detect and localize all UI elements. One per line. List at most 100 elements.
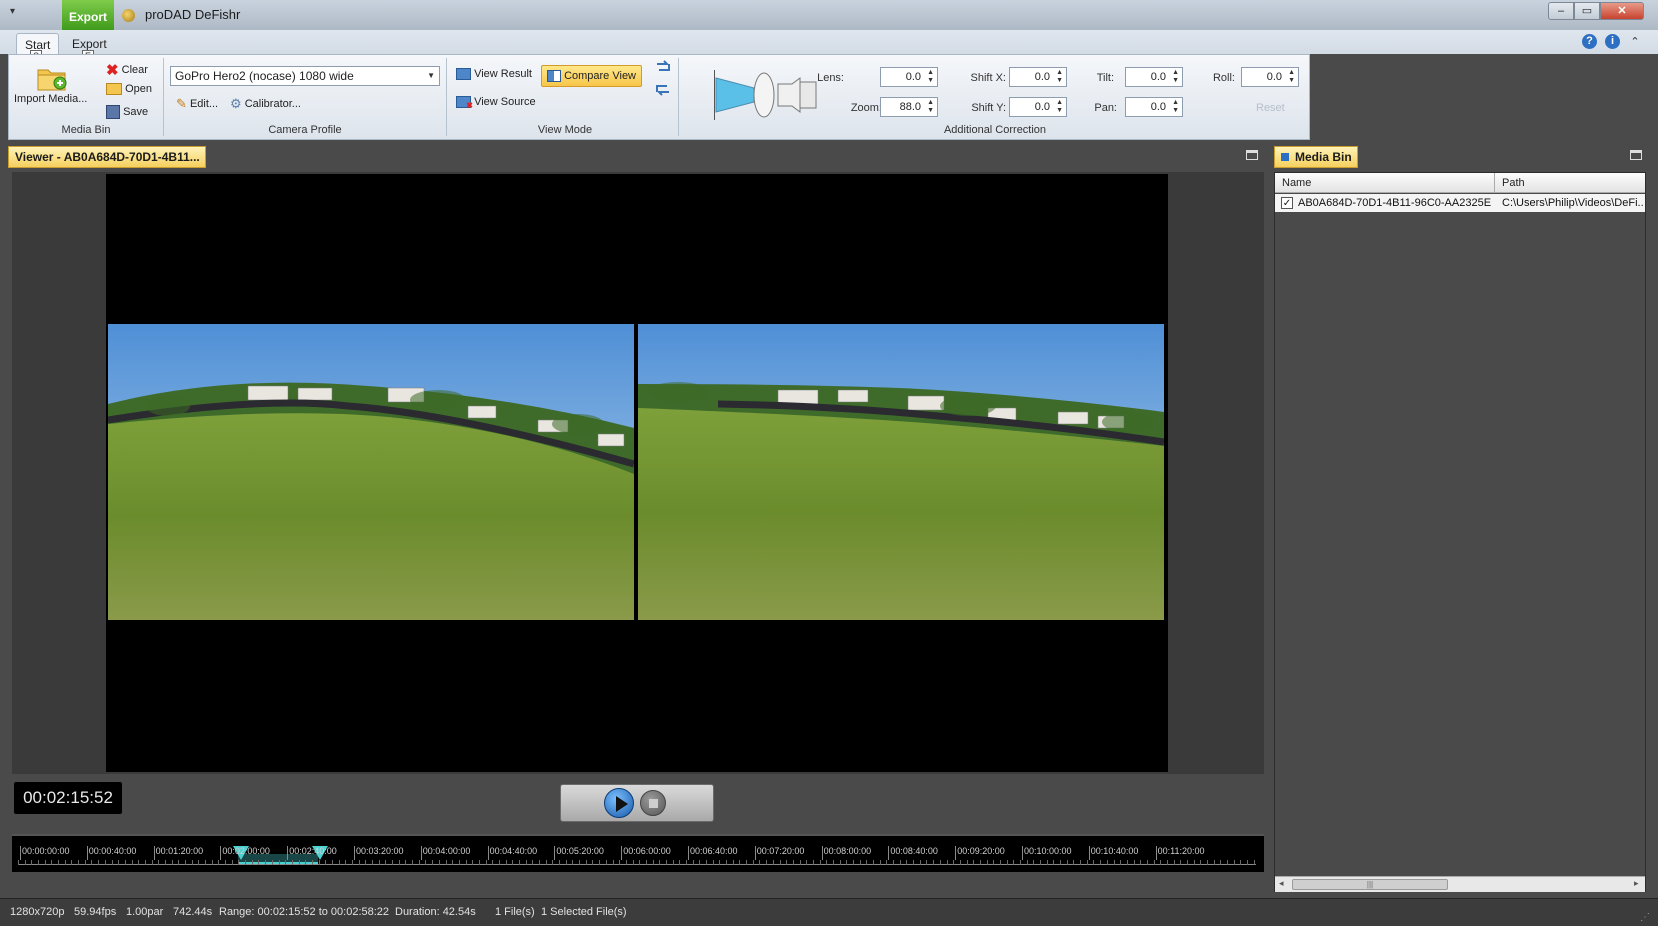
zoom-label: Zoom: [850,102,882,114]
edit-label: Edit... [189,97,219,110]
timeline-tick-mark [821,846,823,860]
timeline-minor-tick [425,860,427,865]
timeline-tick-label: 00:03:20:00 [356,846,404,856]
timeline-minor-tick [452,860,454,865]
timeline-minor-tick [71,860,73,865]
export-context-tab[interactable]: Export [62,0,114,30]
maximize-panel-icon[interactable] [1246,150,1258,160]
play-button[interactable] [604,788,634,818]
timeline-minor-tick [1146,860,1148,865]
timeline-minor-tick [492,860,494,865]
open-button[interactable]: Open [106,83,152,96]
spinner-arrows-icon[interactable]: ▲ ▼ [927,99,934,115]
timeline-minor-tick [1173,860,1175,865]
timeline-minor-tick [1066,860,1068,865]
timecode-display: 00:02:15:52 [14,782,122,814]
timeline-minor-tick [846,860,848,865]
shift-x-value: 0.0 [1034,71,1050,83]
timeline-minor-tick [1126,860,1128,865]
column-header-path[interactable]: Path [1502,177,1525,189]
spinner-arrows-icon[interactable]: ▲ ▼ [1172,99,1179,115]
shift-y-label: Shift Y: [971,102,1006,114]
minimize-button[interactable]: – [1548,2,1574,20]
timeline-minor-tick [1233,860,1235,865]
import-media-button[interactable]: Import Media... [14,93,87,105]
column-separator[interactable] [1494,173,1495,193]
reset-button[interactable]: Reset [1256,102,1285,114]
viewer-tab[interactable]: Viewer - AB0A684D-70D1-4B11... [8,146,206,168]
roll-spinner[interactable]: 0.0 ▲ ▼ [1241,67,1299,87]
resize-grip-icon[interactable]: ⋰ [1640,912,1650,923]
camera-profile-select[interactable]: GoPro Hero2 (nocase) 1080 wide ▼ [170,66,440,86]
timeline-minor-tick [64,860,66,865]
spinner-arrows-icon[interactable]: ▲ ▼ [1056,69,1063,85]
timeline-minor-tick [338,860,340,865]
spinner-arrows-icon[interactable]: ▲ ▼ [1056,99,1063,115]
collapse-ribbon-icon[interactable]: ⌃ [1628,35,1642,49]
timeline-minor-tick [58,860,60,865]
timeline-tick-mark [220,846,222,860]
undo-arrow-icon[interactable] [655,60,671,74]
row-name-cell[interactable]: AB0A684D-70D1-4B11-96C0-AA2325E... [1298,197,1492,209]
shift-y-spinner[interactable]: 0.0 ▲ ▼ [1009,97,1067,117]
timeline-minor-tick [1106,860,1108,865]
save-button[interactable]: Save [106,105,148,119]
timeline-minor-tick [218,860,220,865]
column-header-name[interactable]: Name [1282,177,1311,189]
timeline-tick-label: 00:07:20:00 [756,846,805,856]
import-media-icon[interactable] [36,64,68,92]
source-video-pane[interactable] [638,324,1164,620]
timeline-minor-tick [472,860,474,865]
timeline-minor-tick [652,860,654,865]
timeline-tick-mark [1088,846,1090,860]
tilt-spinner[interactable]: 0.0 ▲ ▼ [1125,67,1183,87]
spinner-arrows-icon[interactable]: ▲ ▼ [927,69,934,85]
redo-arrow-icon[interactable] [655,82,671,96]
timeline-minor-tick [839,860,841,865]
timeline-minor-tick [1207,860,1209,865]
timeline-minor-tick [552,860,554,865]
status-file-count: 1 File(s) [495,906,535,918]
maximize-panel-icon[interactable] [1630,150,1642,160]
row-checkbox[interactable]: ✓ [1281,197,1293,209]
timeline-tick-label: 00:01:20:00 [155,846,204,856]
spinner-arrows-icon[interactable]: ▲ ▼ [1288,69,1295,85]
roll-label: Roll: [1212,72,1235,84]
view-source-button[interactable]: ✖ View Source [456,96,536,110]
help-icon[interactable]: ? [1582,34,1597,49]
timeline-minor-tick [225,860,227,865]
row-path-cell[interactable]: C:\Users\Philip\Videos\DeFi... [1502,197,1644,209]
calibrator-button[interactable]: ⚙ Calibrator... [230,96,301,112]
result-video-pane[interactable] [108,324,634,620]
info-icon[interactable]: i [1605,34,1620,49]
quick-access-menu-icon[interactable]: ▾ [10,6,24,20]
timeline-tick-mark [955,846,957,860]
scrollbar-thumb[interactable]: ||| [1292,879,1448,890]
timeline-tick-mark [287,846,289,860]
view-result-button[interactable]: View Result [456,68,532,81]
close-button[interactable]: ✕ [1600,2,1644,20]
timeline-minor-tick [893,860,895,865]
scroll-right-icon[interactable]: ▸ [1634,878,1639,889]
compare-view-button[interactable]: Compare View [541,65,643,87]
timeline-minor-tick [1053,860,1055,865]
timeline-minor-tick [238,860,240,865]
stop-button[interactable] [640,790,666,816]
clear-button[interactable]: ✖ Clear [106,61,148,79]
timeline-minor-tick [352,860,353,865]
zoom-spinner[interactable]: 88.0 ▲ ▼ [880,97,938,117]
pan-spinner[interactable]: 0.0 ▲ ▼ [1125,97,1183,117]
timeline-tick-mark [688,846,689,860]
timeline-minor-tick [1160,860,1162,865]
timeline-tick-label: 00:10:40:00 [1090,846,1139,856]
scroll-left-icon[interactable]: ◂ [1279,878,1284,889]
timeline-minor-tick [325,860,327,865]
timeline-minor-tick [739,860,741,865]
timeline-baseline [18,864,1256,865]
maximize-button[interactable]: ▭ [1574,2,1600,20]
timeline-minor-tick [579,860,581,865]
lens-spinner[interactable]: 0.0 ▲ ▼ [880,67,938,87]
shift-x-spinner[interactable]: 0.0 ▲ ▼ [1009,67,1067,87]
edit-profile-button[interactable]: ✎ Edit... [176,96,218,112]
spinner-arrows-icon[interactable]: ▲ ▼ [1172,69,1179,85]
